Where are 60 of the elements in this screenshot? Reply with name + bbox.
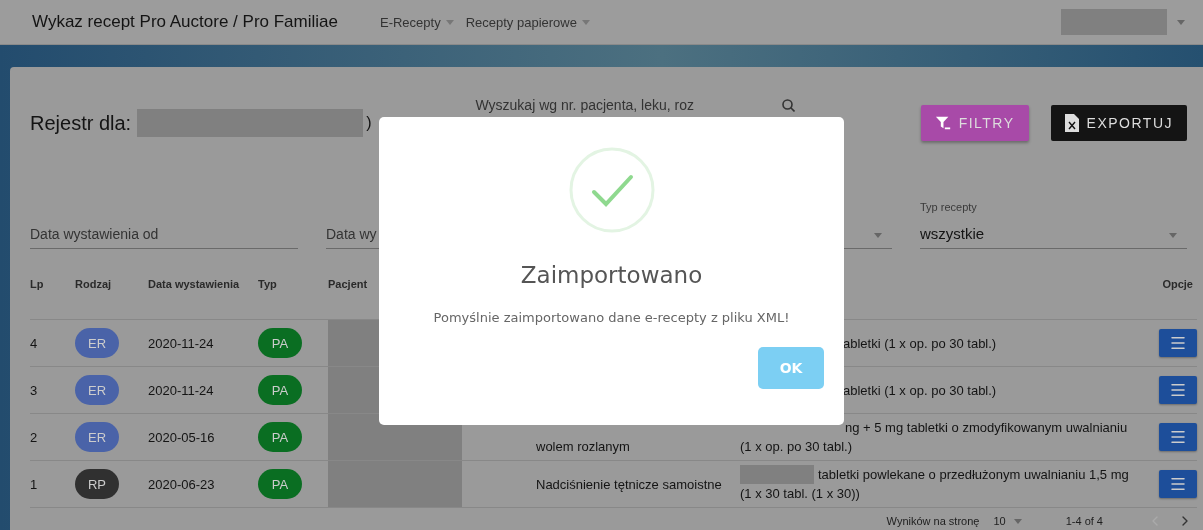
nav-menu[interactable]: Recepty papierowe [465, 14, 590, 30]
type-badge: PA [258, 422, 302, 452]
table-cell-text: 2020-06-23 [148, 476, 216, 492]
rows-per-page-select[interactable]: 10 [993, 515, 1022, 527]
table-cell-text: wolem rozlanym [536, 438, 631, 456]
table-cell-text: Nadciśnienie tętnicze samoistne [536, 475, 723, 494]
filter-button[interactable]: FILTRY [920, 105, 1029, 141]
page-title: Wykaz recept Pro Auctore / Pro Familiae [32, 12, 338, 32]
menu-icon [1169, 334, 1187, 352]
table-cell-text: 2020-11-24 [148, 335, 215, 351]
menu-button[interactable] [1159, 329, 1197, 357]
page-range: 1-4 of 4 [1065, 515, 1103, 527]
table-cell-text: 2020-05-16 [148, 429, 216, 445]
table-cell-text: abletki (1 x op. po 30 tabl.) [842, 381, 998, 400]
table-cell-text: 2 [30, 429, 39, 445]
menu-icon [1169, 381, 1187, 399]
search-icon [782, 98, 796, 112]
success-check-icon [567, 146, 656, 234]
column-header: Typ [258, 278, 278, 290]
caret-icon [581, 19, 590, 25]
menu-button[interactable] [1159, 470, 1197, 498]
table-cell-text: 2020-11-24 [148, 382, 215, 398]
kind-badge: RP [75, 469, 119, 499]
caret-icon [1169, 233, 1177, 238]
column-header: Data wystawienia [148, 278, 241, 290]
type-badge: PA [258, 375, 302, 405]
caret-icon [445, 19, 454, 25]
menu-icon [1169, 475, 1187, 493]
modal-title: Zaimportowano [520, 262, 703, 288]
modal-message: Pomyślnie zaimportowano dane e-recepty z pliku XML! [433, 310, 790, 325]
table-cell-text: tabletki powlekane o przedłużonym uwalnianiu 1,5 mg (1 x 30 tabl. (1 x 30)) [740, 465, 1130, 503]
caret-icon [874, 233, 882, 238]
filter-icon [934, 114, 951, 132]
register-label: Rejestr dla: [30, 111, 132, 135]
table-cell-text: 3 [30, 382, 39, 398]
caret-icon [1013, 518, 1022, 524]
type-badge: PA [258, 469, 302, 499]
table-cell-text: ng + 5 mg tabletki o zmodyfikowanym uwalnianiu (1 x op. po 30 tabl.) [740, 419, 1129, 456]
table-cell-text: abletki (1 x op. po 30 tabl.) [842, 334, 998, 353]
column-header: Rodzaj [75, 278, 113, 290]
caret-icon [1177, 19, 1185, 25]
rows-per-page-label: Wyników na stronę [886, 515, 980, 527]
kind-badge: ER [75, 328, 119, 358]
column-header: Opcje [1162, 278, 1193, 290]
nav-menu[interactable]: E-Recepty [379, 14, 454, 30]
table-cell-text: 1 [30, 476, 39, 492]
search-field[interactable]: Wyszukaj wg nr. pacjenta, leku, roz [475, 97, 796, 113]
column-header: Pacjent [328, 278, 369, 290]
register-suffix: ) [366, 114, 372, 132]
menu-button[interactable] [1159, 376, 1197, 404]
table-cell-text: 4 [30, 335, 39, 351]
date-field[interactable]: Data wystawienia od [30, 207, 298, 249]
kind-badge: ER [75, 422, 119, 452]
menu-icon [1169, 428, 1187, 446]
type-badge: PA [258, 328, 302, 358]
column-header: Lp [30, 278, 45, 290]
menu-button[interactable] [1159, 423, 1197, 451]
export-button[interactable]: EXPORTUJ [1050, 105, 1187, 141]
kind-badge: ER [75, 375, 119, 405]
excel-file-icon [1064, 114, 1079, 132]
